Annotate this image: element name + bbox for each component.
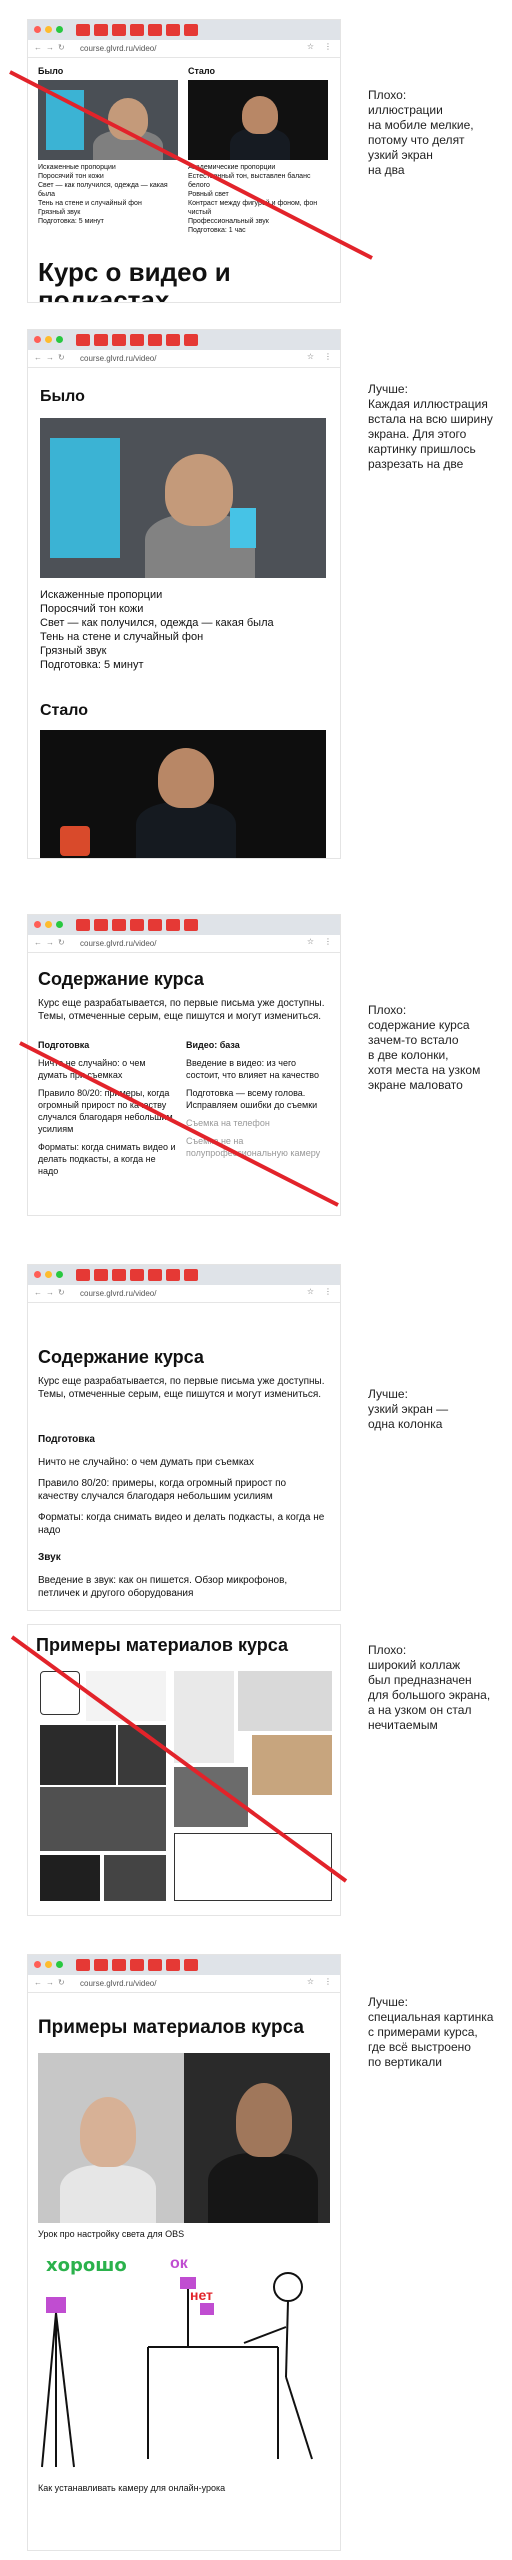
before-lines: Искаженные пропорции Поросячий тон кожи Св…	[38, 164, 168, 225]
address-bar[interactable]: ←→↻ course.glvrd.ru/video/ ☆ ⋮	[28, 1975, 340, 1993]
after-photo	[188, 80, 328, 160]
after-lines: Академические пропорции Естественный тон,…	[188, 164, 318, 234]
contents-title: Содержание курса	[38, 1347, 204, 1367]
contents-intro: Курс еще разрабатывается, по первые пись…	[38, 998, 325, 1022]
url-text: course.glvrd.ru/video/	[80, 1979, 157, 1988]
materials-title: Примеры материалов курса	[38, 2017, 304, 2038]
before-lines: Искаженные пропорции Поросячий тон кожи Св…	[40, 589, 274, 671]
after-label: Стало	[40, 702, 89, 719]
collage	[36, 1665, 336, 1905]
url-text: course.glvrd.ru/video/	[80, 1289, 157, 1298]
bookmark-star-icon[interactable]: ☆	[307, 352, 314, 361]
note-3: Плохо: содержание курса зачем-то встало …	[368, 1003, 481, 1092]
address-bar[interactable]: ←→↻ course.glvrd.ru/video/ ☆ ⋮	[28, 40, 340, 58]
browser-tabbar	[28, 20, 340, 40]
caption-camera: Как устанавливать камеру для онлайн-урок…	[38, 2483, 226, 2493]
column-preparation: Подготовка Ничто не случайно: о чем дума…	[38, 1040, 176, 1176]
nav-arrows-icon[interactable]: ←→↻	[34, 43, 69, 52]
panel-bad-collage: Примеры материалов курса Плохо: широкий …	[0, 1625, 512, 1925]
note-5: Плохо: широкий коллаж был предназначен д…	[368, 1643, 491, 1732]
nav-arrows-icon[interactable]: ←→↻	[34, 938, 69, 947]
before-label: Было	[40, 388, 85, 405]
panel-bad-split-images: ←→↻ course.glvrd.ru/video/ ☆ ⋮ Было Иска…	[0, 0, 512, 330]
panel-good-vertical: ←→↻ course.glvrd.ru/video/ ☆ ⋮ Примеры м…	[0, 1955, 512, 2560]
before-photo	[40, 418, 326, 578]
contents-intro: Курс еще разрабатывается, по первые пись…	[38, 1376, 325, 1400]
contents-list: Подготовка Ничто не случайно: о чем дума…	[38, 1434, 325, 1599]
bookmark-star-icon[interactable]: ☆	[307, 42, 314, 51]
nav-arrows-icon[interactable]: ←→↻	[34, 1288, 69, 1297]
after-photo	[40, 730, 326, 858]
url-text: course.glvrd.ru/video/	[80, 354, 157, 363]
browser-window: ←→↻ course.glvrd.ru/video/ ☆ ⋮ Было Иска…	[28, 330, 340, 858]
menu-icon[interactable]: ⋮	[324, 937, 332, 946]
column-video-basics: Видео: база Введение в видео: из чего со…	[186, 1040, 321, 1158]
address-bar[interactable]: ←→↻ course.glvrd.ru/video/ ☆ ⋮	[28, 935, 340, 953]
url-text: course.glvrd.ru/video/	[80, 939, 157, 948]
before-photo	[38, 80, 178, 160]
browser-tabs[interactable]	[76, 1959, 198, 1971]
tutorial-page: ←→↻ course.glvrd.ru/video/ ☆ ⋮ Было Иска…	[0, 0, 512, 2560]
content-page: Примеры материалов курса	[28, 1625, 340, 1915]
materials-title: Примеры материалов курса	[36, 1635, 288, 1655]
browser-window: ←→↻ course.glvrd.ru/video/ ☆ ⋮ Примеры м…	[28, 1955, 340, 2550]
nav-arrows-icon[interactable]: ←→↻	[34, 353, 69, 362]
panel-bad-two-columns: ←→↻ course.glvrd.ru/video/ ☆ ⋮ Содержани…	[0, 915, 512, 1235]
bookmark-star-icon[interactable]: ☆	[307, 937, 314, 946]
browser-tabs[interactable]	[76, 919, 198, 931]
browser-window: ←→↻ course.glvrd.ru/video/ ☆ ⋮ Содержани…	[28, 915, 340, 1215]
nav-arrows-icon[interactable]: ←→↻	[34, 1978, 69, 1987]
note-2: Лучше: Каждая иллюстрация встала на всю …	[368, 382, 493, 471]
bookmark-star-icon[interactable]: ☆	[307, 1287, 314, 1296]
after-label: Стало	[188, 66, 216, 76]
url-text: course.glvrd.ru/video/	[80, 44, 157, 53]
panel-good-one-column: ←→↻ course.glvrd.ru/video/ ☆ ⋮ Содержани…	[0, 1265, 512, 1625]
note-4: Лучше: узкий экран — одна колонка	[368, 1387, 449, 1431]
browser-window: ←→↻ course.glvrd.ru/video/ ☆ ⋮ Было Иска…	[28, 20, 340, 302]
lesson-photo	[38, 2053, 330, 2223]
browser-window: ←→↻ course.glvrd.ru/video/ ☆ ⋮ Содержани…	[28, 1265, 340, 1610]
bookmark-star-icon[interactable]: ☆	[307, 1977, 314, 1986]
contents-title: Содержание курса	[38, 969, 204, 989]
menu-icon[interactable]: ⋮	[324, 1287, 332, 1296]
address-bar[interactable]: ←→↻ course.glvrd.ru/video/ ☆ ⋮	[28, 1285, 340, 1303]
before-label: Было	[38, 66, 64, 76]
browser-tabs[interactable]	[76, 334, 198, 346]
menu-icon[interactable]: ⋮	[324, 42, 332, 51]
address-bar[interactable]: ←→↻ course.glvrd.ru/video/ ☆ ⋮	[28, 350, 340, 368]
note-1: Плохо: иллюстрации на мобиле мелкие, пот…	[368, 88, 474, 177]
note-6: Лучше: специальная картинка с примерами …	[368, 1995, 494, 2069]
caption-obs: Урок про настройку света для OBS	[38, 2229, 185, 2239]
camera-sketch: хорошо ок нет	[38, 2247, 330, 2477]
course-title: Курс о видео и подкастах	[38, 257, 231, 302]
menu-icon[interactable]: ⋮	[324, 352, 332, 361]
menu-icon[interactable]: ⋮	[324, 1977, 332, 1986]
browser-tabs[interactable]	[76, 24, 198, 36]
panel-good-full-width: ←→↻ course.glvrd.ru/video/ ☆ ⋮ Было Иска…	[0, 330, 512, 880]
browser-tabs[interactable]	[76, 1269, 198, 1281]
